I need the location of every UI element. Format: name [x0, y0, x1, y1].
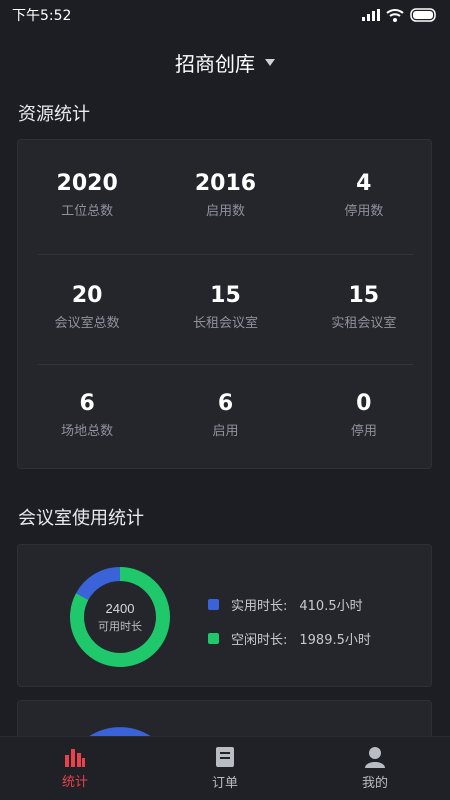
stat-venue-disabled: 0 停用: [295, 360, 433, 468]
stat-value: 6: [217, 390, 234, 416]
legend-item-idle: 空闲时长: 1989.5小时: [208, 621, 371, 655]
stat-value: 15: [210, 282, 241, 308]
stat-workstation-total: 2020 工位总数: [18, 140, 156, 248]
status-icons: [362, 8, 438, 22]
status-bar: 下午5:52: [0, 0, 450, 30]
caret-down-icon: [265, 58, 275, 66]
meeting-room-usage-card: 2400 可用时长 实用时长: 410.5小时 空闲时长: 1989.5小时: [17, 544, 432, 687]
stat-workstation-disabled: 4 停用数: [295, 140, 433, 248]
battery-icon: [410, 8, 436, 22]
legend-swatch-idle: [208, 632, 219, 644]
resource-stats-title: 资源统计: [18, 104, 90, 125]
stat-venue-enabled: 6 启用: [156, 360, 294, 468]
stat-value: 0: [356, 390, 372, 416]
bottom-tab-bar: 统计 订单 我的: [0, 736, 450, 800]
status-time: 下午5:52: [12, 8, 72, 24]
stat-label: 实租会议室: [331, 315, 397, 331]
stat-label: 场地总数: [61, 423, 114, 439]
document-icon: [216, 747, 234, 767]
tab-label: 统计: [61, 775, 88, 790]
legend-value: 410.5小时: [299, 598, 363, 614]
tab-statistics[interactable]: 统计: [0, 737, 150, 800]
donut-center-value: 2400: [106, 601, 135, 616]
page-title: 招商创库: [175, 51, 255, 76]
stat-venue-total: 6 场地总数: [18, 360, 156, 468]
legend-name: 空闲时长:: [231, 632, 288, 648]
tab-profile[interactable]: 我的: [300, 737, 450, 800]
stat-actual-rooms: 15 实租会议室: [295, 252, 433, 360]
bar-chart-icon: [65, 749, 85, 767]
stat-label: 启用: [212, 423, 239, 439]
legend-item-used: 实用时长: 410.5小时: [208, 587, 371, 621]
stat-meeting-room-total: 20 会议室总数: [18, 252, 156, 360]
stat-label: 工位总数: [61, 203, 114, 219]
tab-label: 我的: [361, 776, 388, 791]
meeting-room-usage-title: 会议室使用统计: [18, 508, 144, 529]
stat-label: 长租会议室: [192, 315, 258, 331]
legend-value: 1989.5小时: [299, 632, 371, 648]
stat-row-meeting-rooms: 20 会议室总数 15 长租会议室 15 实租会议室: [18, 252, 433, 360]
stat-label: 启用数: [205, 203, 245, 219]
workspace-selector[interactable]: 招商创库: [0, 40, 450, 84]
usage-legend: 实用时长: 410.5小时 空闲时长: 1989.5小时: [208, 587, 371, 655]
stat-label: 会议室总数: [54, 315, 120, 331]
stat-value: 2016: [194, 170, 257, 196]
stat-value: 6: [79, 390, 95, 416]
tab-orders[interactable]: 订单: [150, 737, 300, 800]
signal-icon: [362, 9, 380, 21]
stat-workstation-enabled: 2016 启用数: [156, 140, 294, 248]
stat-long-term-rooms: 15 长租会议室: [156, 252, 294, 360]
stat-value: 20: [71, 282, 103, 308]
donut-slice-used: [76, 567, 121, 601]
stat-value: 4: [356, 170, 372, 196]
stat-row-venues: 6 场地总数 6 启用 0 停用: [18, 360, 433, 468]
legend-swatch-used: [208, 598, 219, 610]
stat-label: 停用数: [344, 203, 384, 219]
stat-value: 15: [348, 282, 380, 308]
legend-name: 实用时长:: [231, 598, 288, 614]
user-icon: [365, 747, 385, 768]
tab-label: 订单: [211, 776, 238, 791]
stat-label: 停用: [350, 423, 377, 439]
stat-value: 2020: [56, 170, 118, 196]
usage-donut-chart: 2400 可用时长: [70, 567, 170, 667]
donut-center-label: 可用时长: [98, 620, 142, 633]
resource-stats-card: 2020 工位总数 2016 启用数 4 停用数 20 会议室总数 15 长租会…: [17, 139, 432, 469]
wifi-icon: [386, 9, 404, 22]
stat-row-workstations: 2020 工位总数 2016 启用数 4 停用数: [18, 140, 433, 248]
